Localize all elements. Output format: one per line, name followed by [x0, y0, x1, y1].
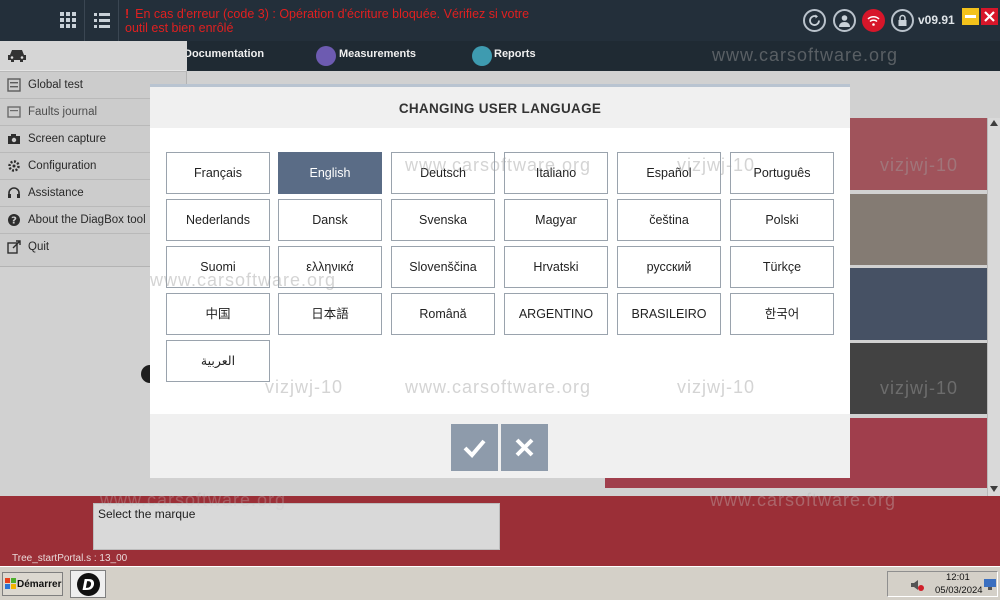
lock-button[interactable]: [891, 9, 914, 32]
user-button[interactable]: [833, 9, 856, 32]
speaker-muted-icon[interactable]: [910, 578, 924, 592]
wifi-icon: [867, 16, 880, 26]
close-x-icon: [515, 438, 534, 457]
network-icon[interactable]: [984, 579, 996, 590]
cancel-button[interactable]: [501, 424, 548, 471]
language-option[interactable]: Nederlands: [166, 199, 270, 241]
language-option[interactable]: Türkçe: [730, 246, 834, 288]
marque-label: Select the marque: [98, 507, 196, 521]
dialog-footer: [150, 414, 850, 478]
wifi-button[interactable]: [862, 9, 885, 32]
language-option[interactable]: русский: [617, 246, 721, 288]
grid-icon: [60, 12, 76, 28]
language-option[interactable]: Polski: [730, 199, 834, 241]
language-option[interactable]: Suomi: [166, 246, 270, 288]
gear-icon: [8, 160, 20, 172]
scroll-down-icon: [990, 486, 998, 492]
diagbox-taskbar-button[interactable]: D: [70, 570, 106, 598]
watermark: vizjwj-10: [677, 377, 756, 397]
watermark: www.carsoftware.org: [712, 45, 899, 65]
measurements-icon: [316, 46, 336, 66]
windows-logo-icon: [5, 578, 16, 589]
grid-view-button[interactable]: [51, 0, 85, 41]
background-panel: [850, 194, 987, 265]
clock-date: 05/03/2024: [935, 585, 983, 596]
list-icon: [7, 78, 21, 92]
close-button[interactable]: [981, 8, 998, 25]
lock-icon: [898, 14, 907, 26]
watermark: www.carsoftware.org: [405, 377, 592, 397]
language-option[interactable]: Español: [617, 152, 721, 194]
language-option[interactable]: ελληνικά: [278, 246, 382, 288]
language-option[interactable]: BRASILEIRO: [617, 293, 721, 335]
dialog-title: CHANGING USER LANGUAGE: [398, 101, 602, 116]
minimize-button[interactable]: [962, 8, 979, 25]
close-icon: [984, 11, 995, 22]
language-option[interactable]: Română: [391, 293, 495, 335]
background-panel: [850, 118, 987, 190]
confirm-button[interactable]: [451, 424, 498, 471]
language-option[interactable]: Slovenščina: [391, 246, 495, 288]
tab-measurements[interactable]: Measurements: [339, 48, 416, 60]
language-option[interactable]: 中国: [166, 293, 270, 335]
reports-icon: [472, 46, 492, 66]
language-option[interactable]: Português: [730, 152, 834, 194]
svg-text:?: ?: [11, 216, 17, 227]
background-panel: [850, 268, 987, 340]
background-panel: [605, 478, 987, 488]
refresh-icon: [809, 14, 820, 26]
user-icon: [839, 15, 850, 27]
car-icon: [8, 50, 26, 62]
question-icon: ?: [8, 214, 20, 227]
list-lines-icon: [94, 13, 110, 28]
svg-text:D: D: [82, 576, 94, 594]
start-button[interactable]: Démarrer: [2, 572, 63, 596]
tab-documentation[interactable]: Documentation: [184, 48, 264, 60]
taskbar: Démarrer D: [0, 566, 1000, 600]
scroll-up-icon: [990, 120, 998, 126]
background-panel: [850, 343, 987, 414]
headset-icon: [8, 187, 20, 198]
clock-time: 12:01: [946, 572, 970, 583]
language-option[interactable]: Français: [166, 152, 270, 194]
language-option[interactable]: ARGENTINO: [504, 293, 608, 335]
language-option[interactable]: Hrvatski: [504, 246, 608, 288]
language-option[interactable]: Magyar: [504, 199, 608, 241]
language-option[interactable]: 日本語: [278, 293, 382, 335]
language-option[interactable]: Dansk: [278, 199, 382, 241]
language-option[interactable]: Deutsch: [391, 152, 495, 194]
camera-icon: [8, 134, 20, 144]
watermark: vizjwj-10: [265, 377, 344, 397]
warning-icon: !: [125, 7, 130, 21]
language-option[interactable]: العربية: [166, 340, 270, 382]
exit-icon: [7, 240, 21, 254]
marque-panel[interactable]: Select the marque: [93, 503, 500, 550]
dialog-header: CHANGING USER LANGUAGE: [150, 87, 850, 128]
tab-reports[interactable]: Reports: [494, 48, 536, 60]
error-prefix: En cas d'erreur (code 3) :: [135, 7, 276, 21]
language-option[interactable]: Svenska: [391, 199, 495, 241]
error-banner: ! En cas d'erreur (code 3) : Opération d'…: [125, 7, 545, 35]
vehicle-header[interactable]: [0, 41, 187, 70]
tree-label: Tree_startPortal.s : 13_00: [12, 553, 128, 564]
version-label: v09.91: [918, 13, 955, 27]
checkmark-icon: [463, 439, 486, 458]
diagbox-logo-icon: D: [77, 573, 100, 596]
minimize-icon: [965, 15, 976, 18]
top-bar: ! En cas d'erreur (code 3) : Opération d'…: [0, 0, 1000, 41]
language-dialog: CHANGING USER LANGUAGE Français English De…: [150, 84, 850, 478]
scrollbar[interactable]: [987, 118, 1000, 496]
language-option[interactable]: English: [278, 152, 382, 194]
list-view-button[interactable]: [85, 0, 119, 41]
language-option[interactable]: 한국어: [730, 293, 834, 335]
journal-icon: [7, 106, 21, 118]
language-option[interactable]: Italiano: [504, 152, 608, 194]
refresh-button[interactable]: [803, 9, 826, 32]
language-option[interactable]: čeština: [617, 199, 721, 241]
